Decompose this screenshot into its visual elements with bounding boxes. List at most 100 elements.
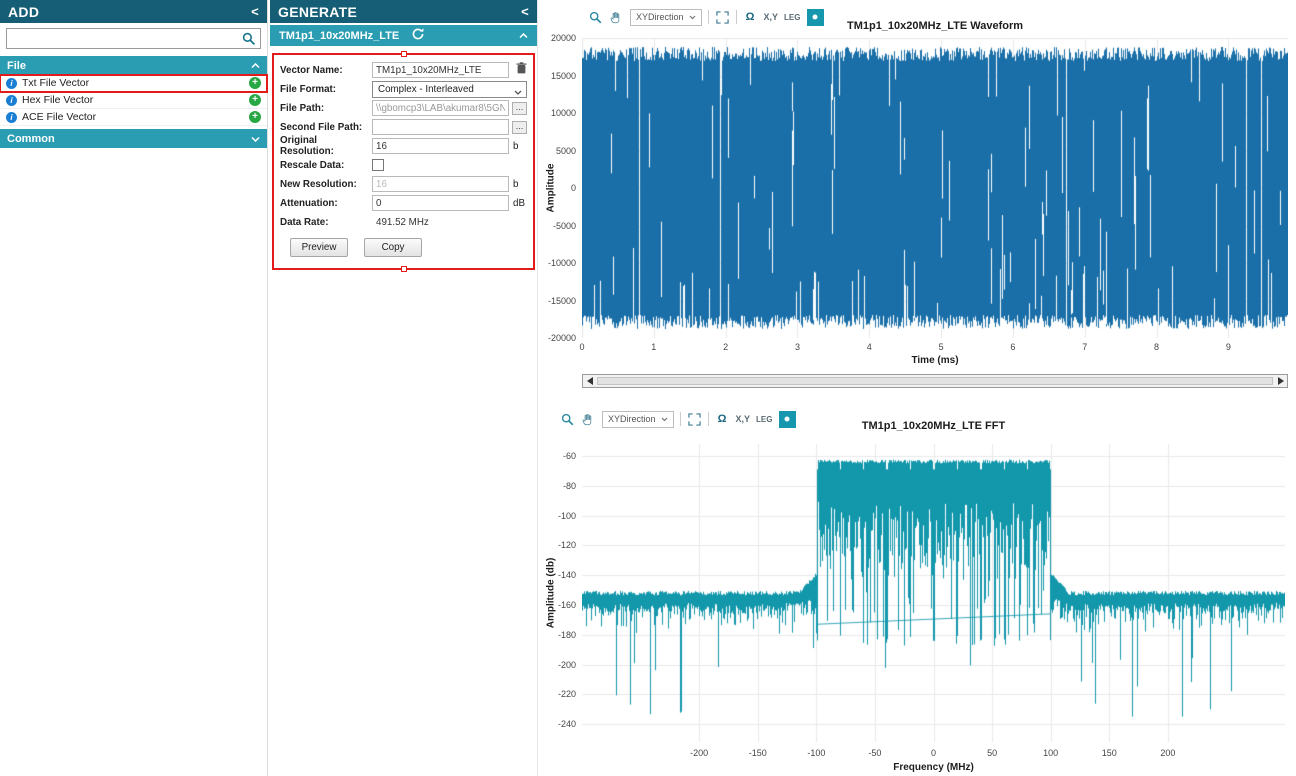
chart-settings-button[interactable] [807, 9, 824, 26]
axis-tick-label: 9 [1226, 342, 1231, 352]
fft-chart: XYDirection Ω X,Y LEG TM1p1_10x20MHz_LTE… [540, 402, 1296, 776]
form-row-rescale-data: Rescale Data: [280, 157, 527, 173]
axis-tick-label: -15000 [548, 296, 576, 306]
add-panel-title: ADD [8, 4, 39, 20]
form-row-file-path: File Path: ... [280, 100, 527, 116]
axis-tick-label: -200 [690, 748, 708, 758]
data-rate-value: 491.52 MHz [372, 217, 527, 228]
chart-toolbar: XYDirection Ω X,Y LEG [588, 8, 824, 26]
toolbar-separator [708, 412, 709, 426]
axis-tick-label: 7 [1082, 342, 1087, 352]
field-label: Second File Path: [280, 122, 372, 133]
collapse-generate-icon[interactable]: < [521, 4, 529, 19]
toolbar-separator [736, 10, 737, 24]
axis-tick-label: -100 [558, 511, 576, 521]
form-row-file-format: File Format: Complex - Interleaved [280, 81, 527, 97]
waveform-scrollbar[interactable] [582, 374, 1288, 388]
axis-tick-label: -5000 [553, 221, 576, 231]
axis-tick-label: -200 [558, 660, 576, 670]
pan-icon[interactable] [609, 10, 624, 25]
original-resolution-field[interactable] [372, 138, 509, 154]
chart-settings-button[interactable] [779, 411, 796, 428]
chevron-down-icon [514, 87, 521, 92]
xy-coordinates-toggle[interactable]: X,Y [764, 12, 779, 22]
file-format-value: Complex - Interleaved [378, 84, 474, 95]
axis-tick-label: -80 [563, 481, 576, 491]
list-item-label: Txt File Vector [22, 77, 89, 89]
file-format-select[interactable]: Complex - Interleaved [372, 81, 527, 98]
field-label: Vector Name: [280, 65, 372, 76]
axis-tick-label: -240 [558, 719, 576, 729]
attenuation-field[interactable] [372, 195, 509, 211]
preview-button[interactable]: Preview [290, 238, 348, 257]
search-input[interactable] [6, 28, 261, 49]
field-label: Rescale Data: [280, 160, 372, 171]
axis-tick-label: 10000 [551, 108, 576, 118]
info-icon[interactable]: i [6, 78, 17, 89]
xy-coordinates-toggle[interactable]: X,Y [736, 414, 751, 424]
browse-button[interactable]: ... [512, 102, 527, 115]
fit-view-icon[interactable] [715, 10, 730, 25]
section-label: File [7, 60, 26, 72]
search-icon[interactable] [242, 32, 256, 46]
refresh-icon[interactable] [411, 27, 425, 44]
axis-tick-label: 5000 [556, 146, 576, 156]
form-row-vector-name: Vector Name: [280, 62, 527, 78]
xy-direction-dropdown[interactable]: XYDirection [602, 411, 674, 428]
section-header-file[interactable]: File [0, 56, 267, 75]
axis-tick-label: -100 [807, 748, 825, 758]
waveform-y-axis: 20000150001000050000-5000-10000-15000-20… [546, 38, 578, 338]
axis-tick-label: -120 [558, 540, 576, 550]
annotation-handle [401, 266, 407, 272]
axis-tick-label: -160 [558, 600, 576, 610]
fft-plot[interactable] [582, 444, 1285, 742]
axis-tick-label: 8 [1154, 342, 1159, 352]
legend-toggle[interactable]: LEG [756, 415, 772, 424]
add-plus-icon[interactable]: + [249, 111, 261, 123]
axis-tick-label: 150 [1102, 748, 1117, 758]
zoom-icon[interactable] [588, 10, 603, 25]
scroll-right-arrow[interactable] [1274, 375, 1287, 387]
info-icon[interactable]: i [6, 112, 17, 123]
copy-button[interactable]: Copy [364, 238, 422, 257]
axis-tick-label: 5 [939, 342, 944, 352]
list-item-txt-file-vector[interactable]: i Txt File Vector + [0, 75, 267, 92]
unit-label: b [509, 141, 527, 152]
form-buttons: Preview Copy [290, 238, 527, 257]
fft-y-axis: -60-80-100-120-140-160-180-200-220-240 [546, 444, 578, 742]
legend-toggle[interactable]: LEG [784, 13, 800, 22]
generate-panel-title: GENERATE [278, 4, 357, 20]
zoom-icon[interactable] [560, 412, 575, 427]
axis-tick-label: -60 [563, 451, 576, 461]
fit-view-icon[interactable] [687, 412, 702, 427]
rescale-data-checkbox[interactable] [372, 159, 384, 171]
list-item-ace-file-vector[interactable]: i ACE File Vector + [0, 109, 267, 126]
browse-button[interactable]: ... [512, 121, 527, 134]
axis-tick-label: 0 [571, 183, 576, 193]
axis-tick-label: 100 [1043, 748, 1058, 758]
list-item-hex-file-vector[interactable]: i Hex File Vector + [0, 92, 267, 109]
collapse-left-icon[interactable]: < [251, 4, 259, 19]
list-item-label: ACE File Vector [22, 111, 96, 123]
trail-slot [509, 61, 527, 79]
scroll-left-arrow[interactable] [583, 375, 596, 387]
xy-direction-label: XYDirection [608, 414, 656, 424]
pan-icon[interactable] [581, 412, 596, 427]
unit-label: b [509, 179, 527, 190]
marker-icon[interactable]: Ω [743, 10, 758, 25]
xy-direction-dropdown[interactable]: XYDirection [630, 9, 702, 26]
vector-name-field[interactable] [372, 62, 509, 78]
section-header-common[interactable]: Common [0, 129, 267, 148]
chevron-up-icon[interactable] [519, 33, 528, 39]
trash-icon[interactable] [516, 61, 527, 79]
marker-icon[interactable]: Ω [715, 412, 730, 427]
scroll-thumb[interactable] [597, 377, 1273, 385]
waveform-plot[interactable] [582, 38, 1288, 338]
add-plus-icon[interactable]: + [249, 77, 261, 89]
second-file-path-field[interactable] [372, 119, 509, 135]
fft-x-axis-title: Frequency (MHz) [582, 762, 1285, 773]
vector-tab[interactable]: TM1p1_10x20MHz_LTE [270, 25, 537, 46]
add-plus-icon[interactable]: + [249, 94, 261, 106]
info-icon[interactable]: i [6, 95, 17, 106]
file-path-field[interactable] [372, 100, 509, 116]
